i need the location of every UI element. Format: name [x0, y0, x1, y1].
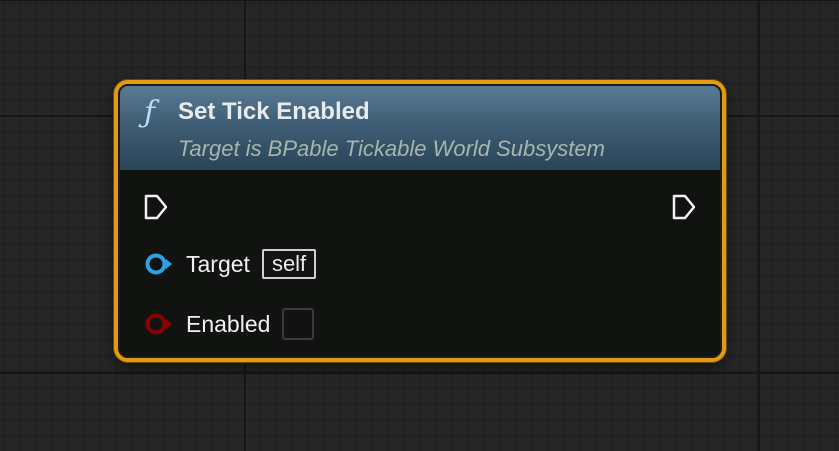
node-header[interactable]: ƒ Set Tick Enabled Target is BPable Tick… [120, 86, 720, 170]
exec-output-pin-icon[interactable] [672, 194, 696, 220]
object-reference-pin-icon[interactable] [144, 252, 174, 276]
node-body: ƒ Set Tick Enabled Target is BPable Tick… [118, 84, 722, 358]
enabled-checkbox[interactable] [282, 308, 315, 340]
target-pin-row: Target self [144, 247, 317, 281]
function-icon: ƒ [144, 95, 156, 130]
enabled-pin-label: Enabled [186, 310, 271, 337]
blueprint-graph-canvas[interactable]: ƒ Set Tick Enabled Target is BPable Tick… [0, 0, 839, 451]
target-self-value[interactable]: self [261, 249, 317, 279]
node-subtitle: Target is BPable Tickable World Subsyste… [178, 136, 605, 161]
exec-input-pin-icon[interactable] [144, 194, 168, 220]
set-tick-enabled-node[interactable]: ƒ Set Tick Enabled Target is BPable Tick… [114, 80, 726, 362]
enabled-pin-row: Enabled [144, 307, 315, 341]
node-title: Set Tick Enabled [178, 98, 370, 125]
boolean-pin-icon[interactable] [144, 312, 174, 336]
target-pin-label: Target [186, 250, 250, 277]
